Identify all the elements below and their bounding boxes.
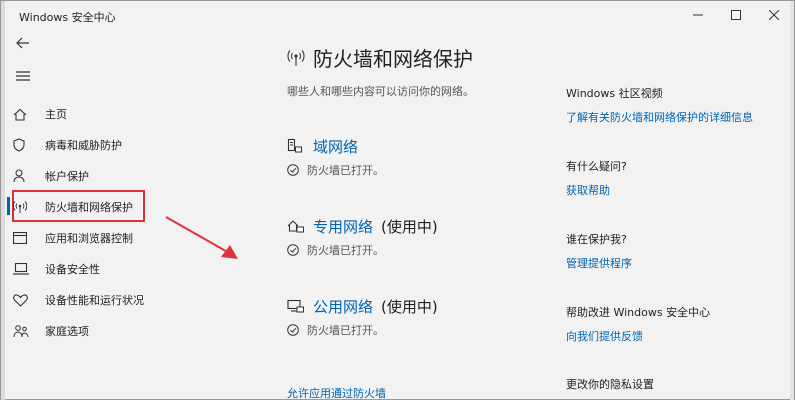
maximize-button[interactable]: [717, 1, 755, 29]
check-circle-icon: [287, 244, 299, 256]
sidebar-item-account-protection[interactable]: 帐户保护: [13, 162, 89, 190]
person-icon: [13, 167, 35, 185]
side-heading: 帮助改进 Windows 安全中心: [566, 306, 711, 319]
hamburger-menu-button[interactable]: [13, 67, 33, 85]
page-title-text: 防火墙和网络保护: [313, 47, 473, 71]
network-public-status: 防火墙已打开。: [307, 324, 384, 337]
side-heading: 有什么疑问?: [566, 160, 627, 173]
back-button[interactable]: [13, 33, 33, 53]
side-heading: 谁在保护我?: [566, 233, 627, 246]
side-section-community-videos: Windows 社区视频 了解有关防火墙和网络保护的详细信息: [566, 85, 753, 125]
close-button[interactable]: [755, 1, 793, 29]
minimize-icon: [693, 14, 703, 16]
side-section-who-protects: 谁在保护我? 管理提供程序: [566, 231, 632, 271]
wireless-icon: [287, 49, 305, 67]
sidebar-item-label: 设备安全性: [45, 263, 100, 276]
window-title: Windows 安全中心: [19, 11, 116, 24]
give-feedback-link[interactable]: 向我们提供反馈: [566, 328, 710, 344]
wireless-icon: [13, 198, 35, 216]
selected-indicator: [7, 197, 10, 215]
network-private-tag: (使用中): [381, 217, 438, 236]
laptop-icon: [13, 260, 35, 278]
check-circle-icon: [287, 164, 299, 176]
close-icon: [769, 10, 779, 20]
back-arrow-icon: [16, 37, 29, 49]
check-circle-icon: [287, 324, 299, 336]
get-help-link[interactable]: 获取帮助: [566, 182, 627, 198]
side-heading: 更改你的隐私设置: [566, 378, 654, 391]
sidebar-item-label: 家庭选项: [45, 325, 89, 338]
hamburger-menu-icon: [16, 71, 30, 81]
page-title: 防火墙和网络保护: [287, 43, 473, 72]
learn-more-link[interactable]: 了解有关防火墙和网络保护的详细信息: [566, 109, 753, 125]
network-domain-link[interactable]: 域网络: [313, 136, 358, 157]
family-icon: [13, 322, 35, 340]
network-domain-status: 防火墙已打开。: [307, 164, 384, 177]
network-private: 专用网络 (使用中) 防火墙已打开。: [287, 216, 438, 258]
sidebar-item-label: 应用和浏览器控制: [45, 232, 133, 245]
network-private-link[interactable]: 专用网络: [313, 216, 373, 237]
sidebar-item-label: 主页: [45, 108, 67, 121]
side-heading: Windows 社区视频: [566, 87, 663, 100]
window-edge-right: [790, 1, 794, 400]
domain-network-icon: [287, 138, 307, 154]
page-subtitle: 哪些人和哪些内容可以访问你的网络。: [287, 85, 474, 98]
title-bar: Windows 安全中心: [5, 1, 790, 29]
app-window: Windows 安全中心 主页 病毒和威胁防护 帐户保护 防火墙和网络保护 应用…: [0, 0, 795, 400]
sidebar-item-app-browser-control[interactable]: 应用和浏览器控制: [13, 224, 133, 252]
side-section-feedback: 帮助改进 Windows 安全中心 向我们提供反馈: [566, 304, 710, 344]
heart-icon: [13, 291, 35, 309]
sidebar-item-label: 防火墙和网络保护: [45, 201, 133, 214]
sidebar-item-firewall[interactable]: 防火墙和网络保护: [13, 193, 133, 221]
network-public: 公用网络 (使用中) 防火墙已打开。: [287, 296, 438, 338]
home-icon: [13, 105, 35, 123]
shield-icon: [13, 136, 35, 154]
allow-app-through-firewall-link[interactable]: 允许应用通过防火墙: [287, 385, 386, 400]
side-section-privacy: 更改你的隐私设置: [566, 376, 654, 392]
sidebar-item-label: 帐户保护: [45, 170, 89, 183]
sidebar-item-label: 病毒和威胁防护: [45, 139, 122, 152]
sidebar-item-label: 设备性能和运行状况: [45, 294, 144, 307]
public-network-icon: [287, 298, 307, 314]
network-domain: 域网络 防火墙已打开。: [287, 136, 384, 178]
sidebar-item-family-options[interactable]: 家庭选项: [13, 317, 89, 345]
app-window-icon: [13, 229, 35, 247]
sidebar-item-home[interactable]: 主页: [13, 100, 67, 128]
side-section-questions: 有什么疑问? 获取帮助: [566, 158, 627, 198]
network-public-tag: (使用中): [381, 297, 438, 316]
network-public-link[interactable]: 公用网络: [313, 296, 373, 317]
network-private-status: 防火墙已打开。: [307, 244, 384, 257]
private-network-icon: [287, 218, 307, 234]
manage-providers-link[interactable]: 管理提供程序: [566, 255, 632, 271]
maximize-icon: [731, 10, 741, 20]
minimize-button[interactable]: [679, 1, 717, 29]
sidebar-item-device-security[interactable]: 设备安全性: [13, 255, 100, 283]
sidebar-item-virus-protection[interactable]: 病毒和威胁防护: [13, 131, 122, 159]
window-edge-left: [1, 1, 5, 400]
sidebar-item-device-performance[interactable]: 设备性能和运行状况: [13, 286, 144, 314]
